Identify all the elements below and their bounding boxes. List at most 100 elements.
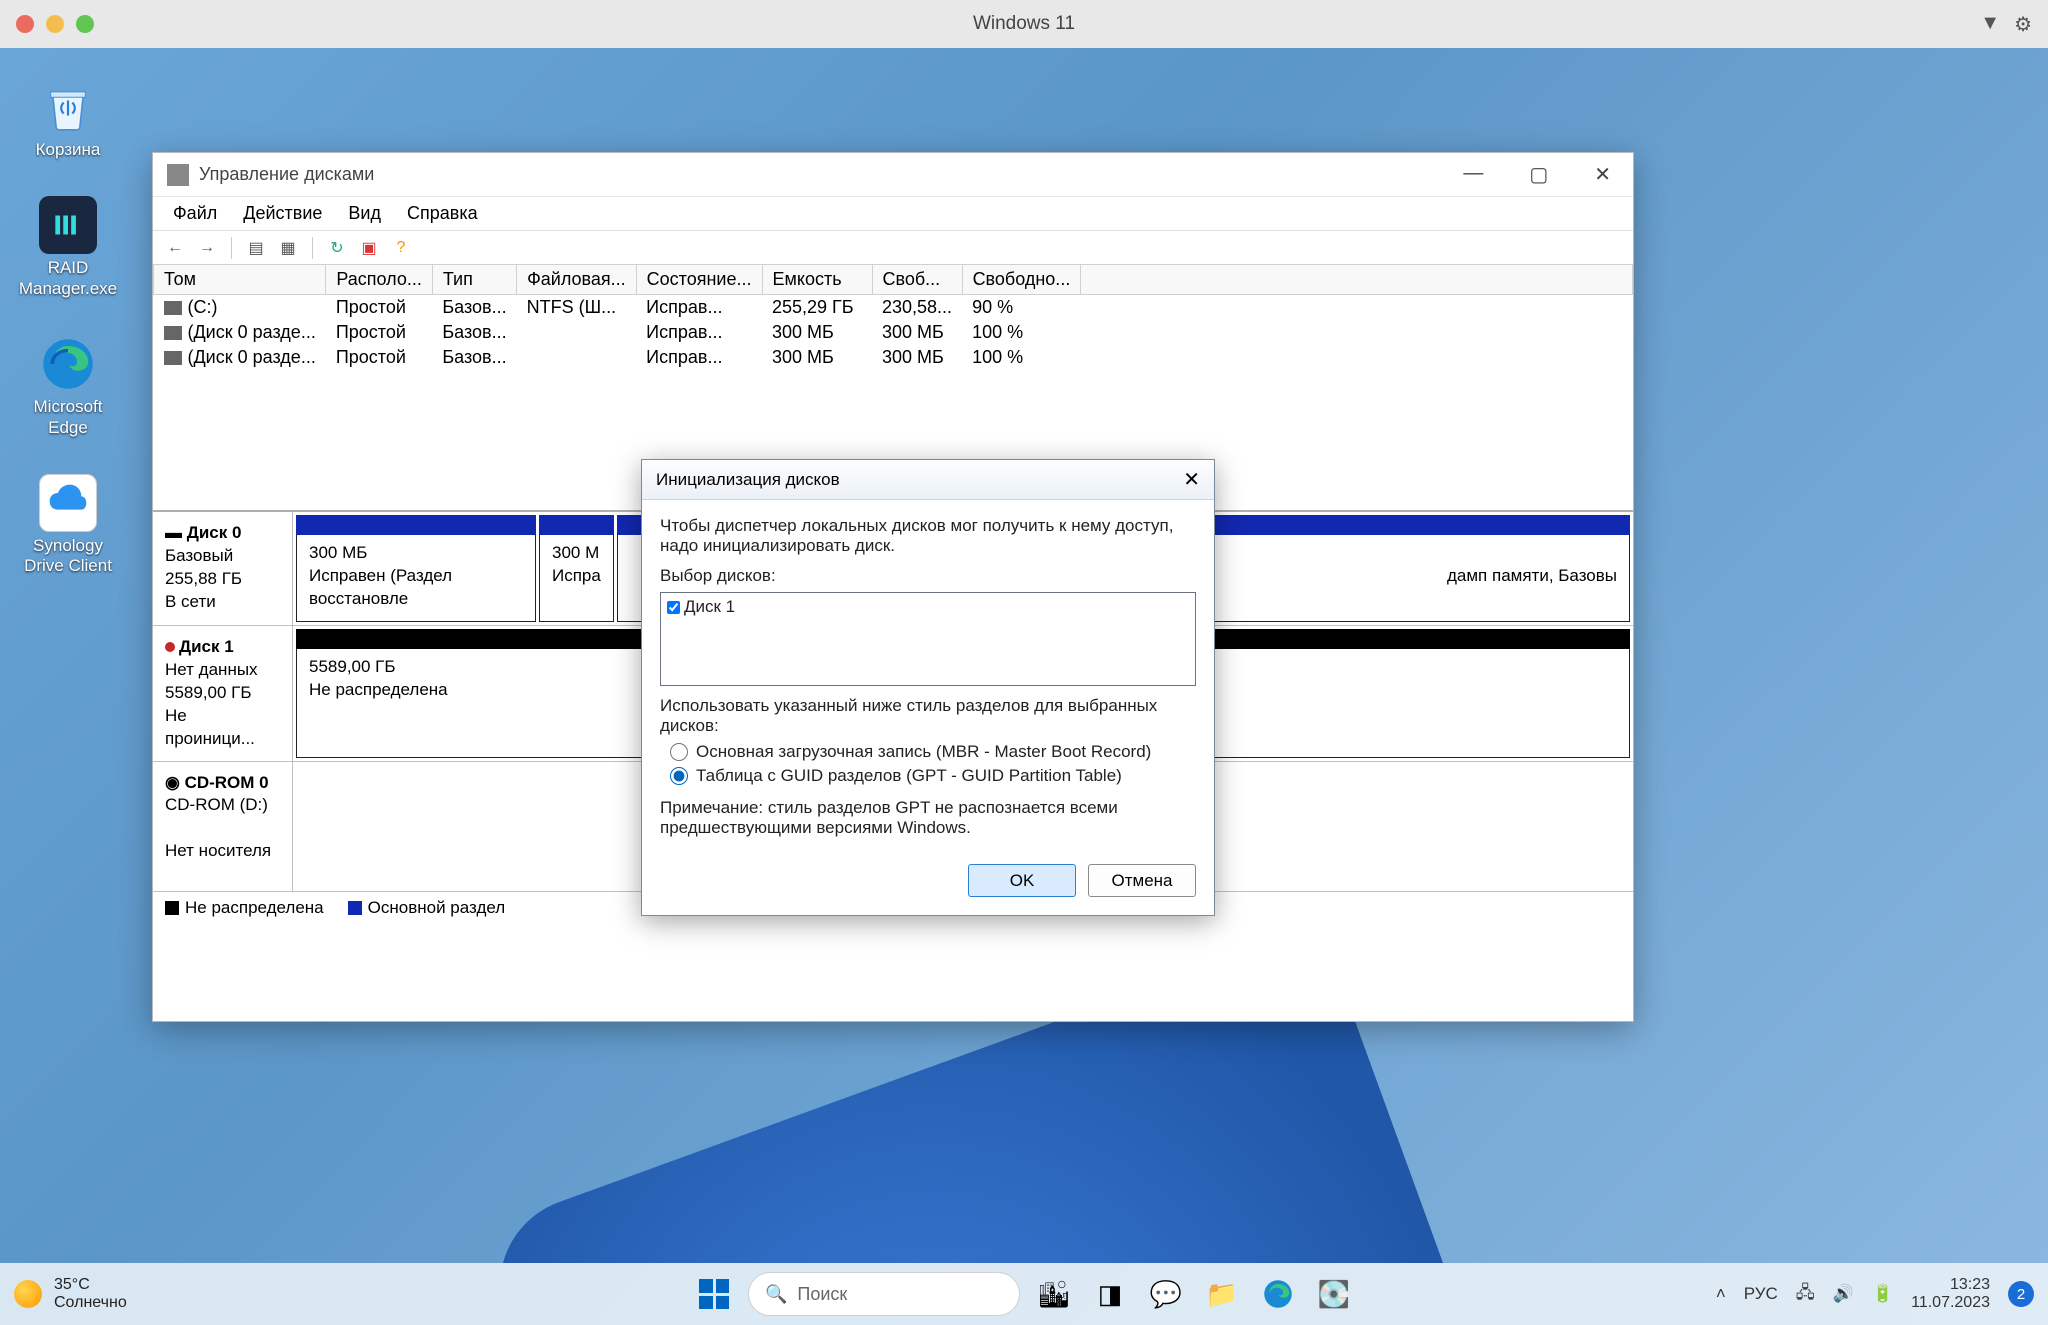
host-minimize-button[interactable]	[46, 15, 64, 33]
dm-close-button[interactable]: ✕	[1586, 158, 1619, 191]
desktop: Корзина RAID Manager.exe Microsoft Edge …	[0, 48, 2048, 1263]
tray-overflow-icon[interactable]: ˄	[1716, 1284, 1726, 1304]
windows-logo-icon	[699, 1279, 729, 1309]
volume-row[interactable]: (C:)ПростойБазов...NTFS (Ш...Исправ...25…	[154, 295, 1633, 321]
disk-checkbox[interactable]	[667, 601, 680, 614]
disk-error-icon	[165, 642, 175, 652]
volume-icon	[164, 301, 182, 315]
volume-row[interactable]: (Диск 0 разде...ПростойБазов...Исправ...…	[154, 320, 1633, 345]
dm-minimize-button[interactable]: —	[1455, 158, 1491, 191]
tray-battery-icon[interactable]: 🔋	[1872, 1284, 1893, 1304]
taskbar-chat[interactable]: 💬	[1144, 1272, 1188, 1316]
col-layout[interactable]: Располо...	[326, 265, 433, 295]
cdrom-header: ◉ CD-ROM 0 CD-ROM (D:) Нет носителя	[153, 762, 293, 891]
toolbar-layout-bottom-icon[interactable]: ▦	[276, 236, 300, 260]
search-placeholder: Поиск	[797, 1284, 847, 1305]
toolbar-forward-icon[interactable]: →	[195, 236, 219, 260]
dialog-intro-text: Чтобы диспетчер локальных дисков мог пол…	[660, 516, 1196, 556]
tray-language[interactable]: РУС	[1744, 1284, 1778, 1304]
weather-sun-icon	[14, 1280, 42, 1308]
weather-temp: 35°C	[54, 1276, 127, 1294]
disk0-partition-2[interactable]: 300 МИспра	[539, 515, 614, 622]
toolbar-rescan-icon[interactable]: ▣	[357, 236, 381, 260]
desktop-icon-edge[interactable]: Microsoft Edge	[18, 335, 118, 438]
desktop-icon-recycle-bin[interactable]: Корзина	[18, 78, 118, 160]
gpt-radio-row[interactable]: Таблица с GUID разделов (GPT - GUID Part…	[670, 766, 1196, 786]
tray-network-icon[interactable]: 🖧	[1796, 1280, 1815, 1309]
dm-maximize-button[interactable]: ▢	[1521, 158, 1556, 191]
host-close-button[interactable]	[16, 15, 34, 33]
dialog-cancel-button[interactable]: Отмена	[1088, 864, 1196, 897]
taskbar-disk-management[interactable]: 💽	[1312, 1272, 1356, 1316]
dialog-title: Инициализация дисков	[656, 470, 840, 490]
disk0-partition-1[interactable]: 300 МБИсправен (Раздел восстановле	[296, 515, 536, 622]
dm-title: Управление дисками	[199, 164, 374, 185]
search-icon: 🔍	[765, 1284, 787, 1305]
col-filesystem[interactable]: Файловая...	[517, 265, 637, 295]
legend-unallocated-swatch	[165, 901, 179, 915]
menu-help[interactable]: Справка	[399, 199, 486, 228]
partition-style-label: Использовать указанный ниже стиль раздел…	[660, 696, 1196, 736]
start-button[interactable]	[692, 1272, 736, 1316]
host-titlebar: Windows 11 ▼ ⚙	[0, 0, 2048, 48]
toolbar-help-icon[interactable]: ?	[389, 236, 413, 260]
menu-file[interactable]: Файл	[165, 199, 225, 228]
col-type[interactable]: Тип	[432, 265, 516, 295]
toolbar-back-icon[interactable]: ←	[163, 236, 187, 260]
raid-manager-icon	[39, 196, 97, 254]
col-free[interactable]: Своб...	[872, 265, 962, 295]
tray-clock[interactable]: 13:2311.07.2023	[1911, 1276, 1990, 1313]
taskbar-edge[interactable]	[1256, 1272, 1300, 1316]
host-dropdown-icon[interactable]: ▼	[1980, 12, 2000, 37]
disk0-header: ▬ Диск 0 Базовый 255,88 ГБ В сети	[153, 512, 293, 625]
mbr-radio-row[interactable]: Основная загрузочная запись (MBR - Maste…	[670, 742, 1196, 762]
edge-icon	[1263, 1279, 1293, 1309]
dialog-titlebar[interactable]: Инициализация дисков ✕	[642, 460, 1214, 500]
mbr-radio[interactable]	[670, 743, 688, 761]
toolbar-refresh-icon[interactable]: ↻	[325, 236, 349, 260]
disk-management-window: Управление дисками — ▢ ✕ Файл Действие В…	[152, 152, 1634, 1022]
taskbar-search[interactable]: 🔍 Поиск	[748, 1272, 1020, 1316]
disk1-header: Диск 1 Нет данных 5589,00 ГБ Не проиници…	[153, 626, 293, 761]
toolbar-layout-top-icon[interactable]: ▤	[244, 236, 268, 260]
col-freepct[interactable]: Свободно...	[962, 265, 1081, 295]
volume-icon	[164, 351, 182, 365]
taskbar-weather-widget[interactable]: 35°CСолнечно	[14, 1276, 127, 1311]
host-title: Windows 11	[973, 13, 1075, 35]
disk-checkbox-item[interactable]: Диск 1	[667, 597, 1189, 617]
col-capacity[interactable]: Емкость	[762, 265, 872, 295]
host-settings-icon[interactable]: ⚙	[2014, 12, 2032, 37]
volume-row[interactable]: (Диск 0 разде...ПростойБазов...Исправ...…	[154, 345, 1633, 370]
desktop-icon-synology-drive[interactable]: Synology Drive Client	[18, 474, 118, 577]
tray-notification-badge[interactable]: 2	[2008, 1281, 2034, 1307]
volume-icon	[164, 326, 182, 340]
synology-drive-icon	[39, 474, 97, 532]
col-status[interactable]: Состояние...	[636, 265, 762, 295]
menu-action[interactable]: Действие	[235, 199, 330, 228]
tray-volume-icon[interactable]: 🔊	[1833, 1284, 1854, 1304]
taskbar: 35°CСолнечно 🔍Поиск 🏙 ◨ 💬 📁 💽 ˄ РУС 🖧 🔊 …	[0, 1263, 2048, 1325]
taskbar-widgets[interactable]: ◨	[1088, 1272, 1132, 1316]
menu-view[interactable]: Вид	[340, 199, 389, 228]
disk-selection-listbox[interactable]: Диск 1	[660, 592, 1196, 686]
legend-primary-swatch	[348, 901, 362, 915]
dm-app-icon	[167, 164, 189, 186]
host-maximize-button[interactable]	[76, 15, 94, 33]
weather-condition: Солнечно	[54, 1294, 127, 1312]
dialog-ok-button[interactable]: OK	[968, 864, 1076, 897]
volume-table: Том Располо... Тип Файловая... Состояние…	[153, 265, 1633, 370]
col-volume[interactable]: Том	[154, 265, 326, 295]
dialog-choose-label: Выбор дисков:	[660, 566, 1196, 586]
dm-menubar: Файл Действие Вид Справка	[153, 197, 1633, 231]
desktop-icon-raid-manager[interactable]: RAID Manager.exe	[18, 196, 118, 299]
initialize-disk-dialog: Инициализация дисков ✕ Чтобы диспетчер л…	[641, 459, 1215, 916]
taskbar-task-view[interactable]: 🏙	[1032, 1272, 1076, 1316]
dialog-close-button[interactable]: ✕	[1183, 467, 1200, 492]
dialog-note: Примечание: стиль разделов GPT не распоз…	[660, 798, 1196, 838]
taskbar-explorer[interactable]: 📁	[1200, 1272, 1244, 1316]
dm-titlebar[interactable]: Управление дисками — ▢ ✕	[153, 153, 1633, 197]
gpt-radio[interactable]	[670, 767, 688, 785]
recycle-bin-icon	[42, 81, 94, 133]
dm-toolbar: ← → ▤ ▦ ↻ ▣ ?	[153, 231, 1633, 265]
edge-icon	[39, 335, 97, 393]
